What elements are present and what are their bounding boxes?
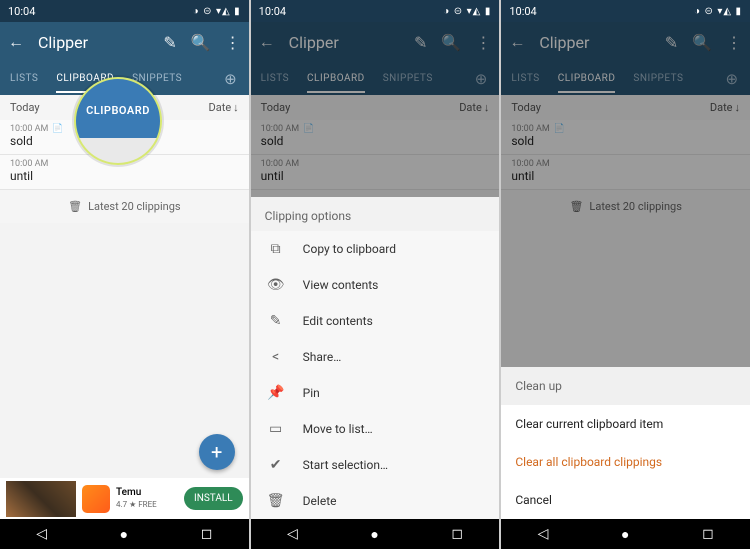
share-icon: <	[267, 349, 285, 365]
nav-home[interactable]: ●	[370, 526, 378, 543]
ad-banner[interactable]: Temu 4.7 ★ FREE INSTALL	[0, 478, 249, 519]
app-bar: ← Clipper ✎ 🔍 ⋮	[0, 22, 249, 62]
latest-row: 🗑 Latest 20 clippings	[0, 190, 249, 223]
nav-home[interactable]: ●	[120, 526, 128, 543]
status-icons: ◑ ⊝ ▾◭ ▮	[443, 6, 491, 17]
entry-text: until	[10, 169, 239, 183]
pencil-icon: ✎	[267, 313, 285, 329]
overflow-icon[interactable]: ⋮	[225, 33, 241, 52]
check-icon: ✔	[267, 457, 285, 473]
nav-back[interactable]: ◁	[538, 526, 549, 542]
status-icons: ◑ ⊝ ▾◭ ▮	[193, 6, 241, 17]
pin-icon: 📌	[267, 385, 285, 401]
option-view[interactable]: 👁View contents	[251, 267, 500, 303]
option-edit[interactable]: ✎Edit contents	[251, 303, 500, 339]
clipboard-callout: CLIPBOARD	[74, 77, 162, 165]
phone-3: 10:04 ◑ ⊝ ▾◭ ▮ ← Clipper ✎ 🔍 ⋮ LISTS CLI…	[501, 0, 750, 549]
install-button[interactable]: INSTALL	[184, 487, 243, 510]
nav-back[interactable]: ◁	[36, 526, 47, 542]
option-share[interactable]: <Share…	[251, 339, 500, 375]
add-icon[interactable]: ⊕	[224, 70, 237, 88]
trash-icon: 🗑	[267, 493, 285, 509]
status-bar: 10:04 ◑ ⊝ ▾◭ ▮	[0, 0, 249, 22]
cleanup-all[interactable]: Clear all clipboard clippings	[501, 443, 750, 481]
folder-icon: ▭	[267, 421, 285, 437]
today-label: Today	[10, 101, 40, 114]
tab-lists[interactable]: LISTS	[10, 73, 38, 84]
fab-add[interactable]: +	[199, 434, 235, 470]
option-pin[interactable]: 📌Pin	[251, 375, 500, 411]
cleanup-dialog: Clean up Clear current clipboard item Cl…	[501, 367, 750, 519]
brush-icon[interactable]: ✎	[163, 33, 176, 52]
sort-control[interactable]: Date ↓	[209, 101, 239, 114]
app-title: Clipper	[38, 33, 149, 52]
nav-back[interactable]: ◁	[287, 526, 298, 542]
cleanup-current[interactable]: Clear current clipboard item	[501, 405, 750, 443]
dialog-title: Clean up	[501, 367, 750, 405]
copied-icon: 📄	[52, 124, 63, 134]
nav-recent[interactable]: ◻	[201, 526, 213, 542]
sheet-title: Clipping options	[251, 197, 500, 231]
status-bar: 10:04 ◑ ⊝ ▾◭ ▮	[251, 0, 500, 22]
ad-text: Temu 4.7 ★ FREE	[116, 487, 178, 511]
phone-1: 10:04 ◑ ⊝ ▾◭ ▮ ← Clipper ✎ 🔍 ⋮ LISTS CLI…	[0, 0, 249, 549]
phone-2: 10:04 ◑ ⊝ ▾◭ ▮ ← Clipper ✎ 🔍 ⋮ LISTS CLI…	[251, 0, 500, 549]
status-time: 10:04	[8, 5, 35, 18]
option-move[interactable]: ▭Move to list…	[251, 411, 500, 447]
nav-bar: ◁ ● ◻	[251, 519, 500, 549]
ad-app-icon	[82, 485, 110, 513]
eye-icon: 👁	[267, 277, 285, 293]
option-delete[interactable]: 🗑Delete	[251, 483, 500, 519]
options-sheet: Clipping options ⧉Copy to clipboard 👁Vie…	[251, 197, 500, 519]
option-copy[interactable]: ⧉Copy to clipboard	[251, 231, 500, 267]
status-time: 10:04	[259, 5, 286, 18]
copy-icon: ⧉	[267, 241, 285, 257]
status-time: 10:04	[509, 5, 536, 18]
trash-icon[interactable]: 🗑	[68, 200, 82, 213]
status-icons: ◑ ⊝ ▾◭ ▮	[694, 6, 742, 17]
nav-home[interactable]: ●	[621, 526, 629, 543]
status-bar: 10:04 ◑ ⊝ ▾◭ ▮	[501, 0, 750, 22]
nav-bar: ◁ ● ◻	[501, 519, 750, 549]
ad-image	[6, 481, 76, 517]
nav-recent[interactable]: ◻	[451, 526, 463, 542]
back-icon[interactable]: ←	[8, 32, 24, 52]
option-select[interactable]: ✔Start selection…	[251, 447, 500, 483]
nav-recent[interactable]: ◻	[702, 526, 714, 542]
search-icon[interactable]: 🔍	[191, 33, 211, 52]
nav-bar: ◁ ● ◻	[0, 519, 249, 549]
cleanup-cancel[interactable]: Cancel	[501, 481, 750, 519]
